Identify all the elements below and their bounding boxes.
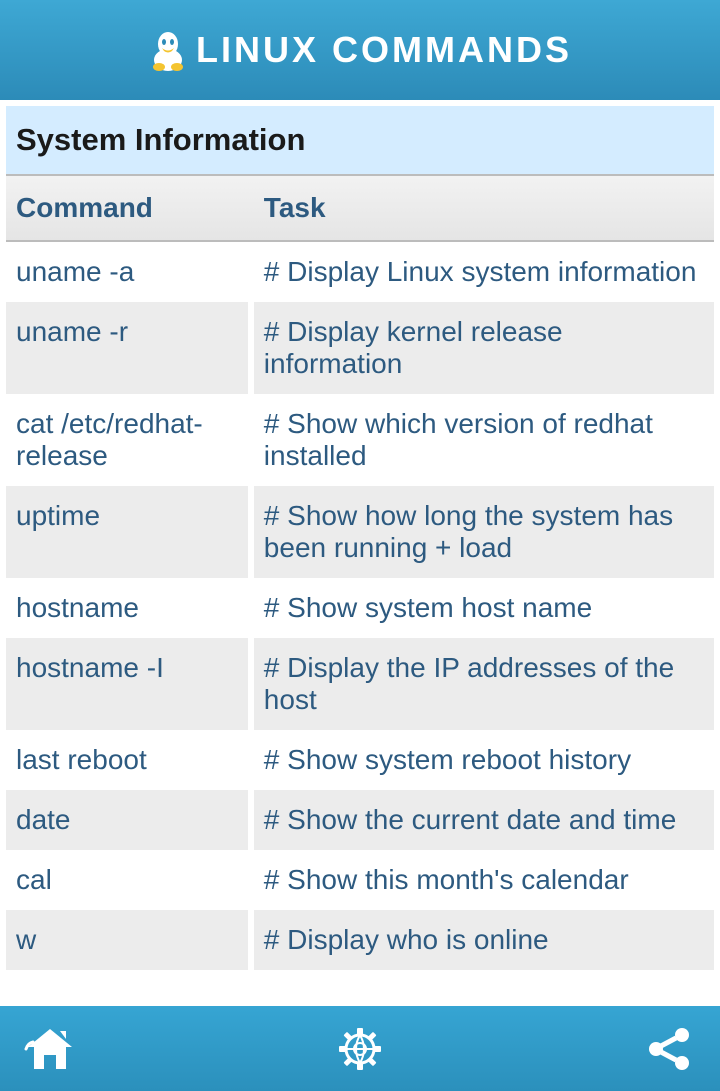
cell-command: uptime xyxy=(6,486,254,578)
table-header-row: Command Task xyxy=(6,174,714,242)
cell-command: cal xyxy=(6,850,254,910)
table-row: w# Display who is online xyxy=(6,910,714,970)
cell-task: # Display Linux system information xyxy=(254,242,714,302)
column-header-task: Task xyxy=(254,174,714,242)
content-area: System Information Command Task uname -a… xyxy=(0,100,720,1006)
cell-task: # Show how long the system has been runn… xyxy=(254,486,714,578)
cell-task: # Show system host name xyxy=(254,578,714,638)
cell-command: uname -r xyxy=(6,302,254,394)
cell-task: # Show system reboot history xyxy=(254,730,714,790)
home-button[interactable] xyxy=(24,1023,76,1075)
cell-command: cat /etc/redhat-release xyxy=(6,394,254,486)
cell-task: # Show which version of redhat installed xyxy=(254,394,714,486)
settings-button[interactable] xyxy=(334,1023,386,1075)
section-title: System Information xyxy=(6,106,714,174)
cell-command: last reboot xyxy=(6,730,254,790)
column-header-command: Command xyxy=(6,174,254,242)
cell-command: w xyxy=(6,910,254,970)
table-row: hostname# Show system host name xyxy=(6,578,714,638)
bottom-nav xyxy=(0,1006,720,1091)
table-row: uname -a# Display Linux system informati… xyxy=(6,242,714,302)
table-row: date# Show the current date and time xyxy=(6,790,714,850)
gear-globe-icon xyxy=(337,1026,383,1072)
page-title: LINUX COMMANDS xyxy=(196,29,572,71)
commands-table: Command Task uname -a# Display Linux sys… xyxy=(6,174,714,970)
cell-task: # Show the current date and time xyxy=(254,790,714,850)
share-icon xyxy=(646,1025,694,1073)
home-icon xyxy=(24,1025,76,1073)
table-row: hostname -I# Display the IP addresses of… xyxy=(6,638,714,730)
cell-command: uname -a xyxy=(6,242,254,302)
cell-task: # Display who is online xyxy=(254,910,714,970)
cell-task: # Display the IP addresses of the host xyxy=(254,638,714,730)
header-bar: LINUX COMMANDS xyxy=(0,0,720,100)
cell-task: # Show this month's calendar xyxy=(254,850,714,910)
table-row: uname -r# Display kernel release informa… xyxy=(6,302,714,394)
linux-icon xyxy=(148,28,188,72)
table-row: uptime# Show how long the system has bee… xyxy=(6,486,714,578)
cell-task: # Display kernel release information xyxy=(254,302,714,394)
table-row: cal# Show this month's calendar xyxy=(6,850,714,910)
share-button[interactable] xyxy=(644,1023,696,1075)
cell-command: hostname xyxy=(6,578,254,638)
cell-command: date xyxy=(6,790,254,850)
table-row: last reboot# Show system reboot history xyxy=(6,730,714,790)
cell-command: hostname -I xyxy=(6,638,254,730)
table-row: cat /etc/redhat-release# Show which vers… xyxy=(6,394,714,486)
